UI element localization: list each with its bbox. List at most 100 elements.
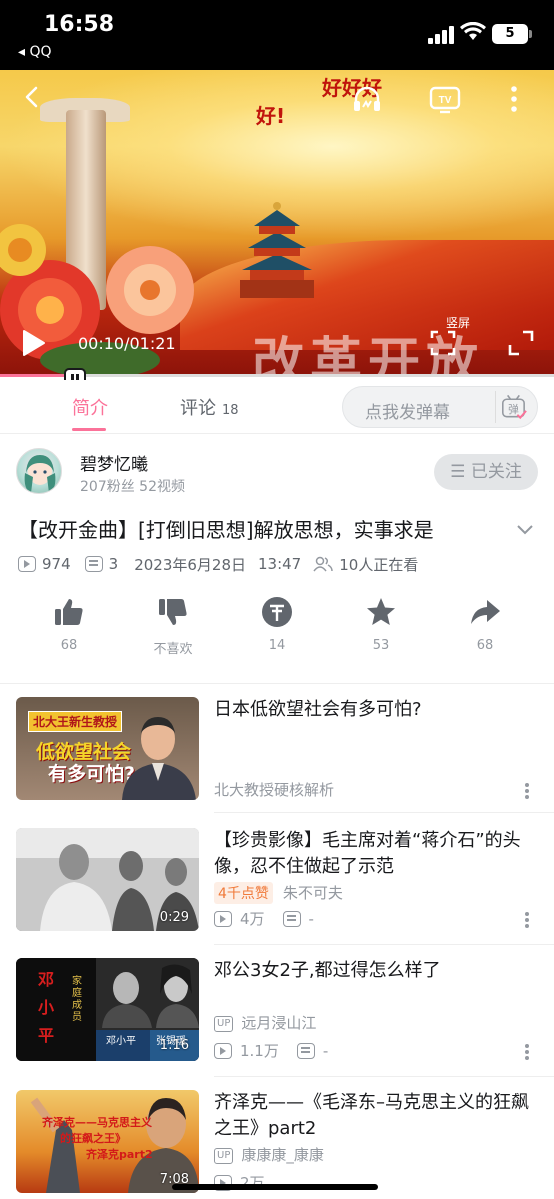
more-options-icon[interactable] <box>504 82 524 116</box>
thumbnail-caption: 邓小平 <box>106 1036 136 1047</box>
tab-bar: 简介 评论 18 点我发弹幕 弹 <box>0 380 554 434</box>
recommendation-item[interactable]: 0:29 【珍贵影像】毛主席对着“蒋介石”的头像，忍不住做起了示范 4千点赞 朱不… <box>0 828 554 946</box>
tab-active-indicator <box>72 428 106 431</box>
view-count: 4万 <box>240 910 265 928</box>
watching-count: 10人正在看 <box>339 555 419 574</box>
views-icon <box>18 556 36 572</box>
favorite-button[interactable]: 53 <box>341 596 421 653</box>
star-icon <box>367 598 395 625</box>
thumb-down-icon <box>159 599 187 625</box>
recommendation-title: 齐泽克——《毛泽东–马克思主义的狂飙之王》part2 <box>214 1092 529 1139</box>
hot-badge: 4千点赞 <box>214 882 273 904</box>
recommendation-stats: 4万 - <box>214 908 314 929</box>
status-bar: 16:58 ◂ QQ 5 <box>0 0 554 70</box>
thumbnail-text: 的狂飙之王》 <box>60 1132 126 1145</box>
danmaku-count-icon <box>84 556 103 572</box>
danmaku-toggle-icon[interactable]: 弹 <box>495 391 529 423</box>
video-duration: 1:16 <box>159 1038 189 1053</box>
coin-icon <box>262 597 292 627</box>
video-frame-temple <box>240 202 314 298</box>
thumbnail-text: 家庭成员 <box>72 976 82 1023</box>
video-duration: 0:29 <box>159 910 189 925</box>
dislike-button[interactable]: 不喜欢 <box>133 596 213 657</box>
audio-mode-icon[interactable] <box>350 82 384 116</box>
recommendation-author: 北大教授硬核解析 <box>214 781 335 799</box>
video-thumbnail: 0:29 <box>16 828 199 931</box>
home-indicator[interactable] <box>172 1184 378 1190</box>
danmaku-count: - <box>322 1041 329 1060</box>
wifi-icon <box>460 22 486 40</box>
publish-time: 13:47 <box>258 555 302 573</box>
recommendation-title: 日本低欲望社会有多可怕? <box>214 699 422 720</box>
recommendation-title: 邓公3女2子,都过得怎么样了 <box>214 960 441 981</box>
video-meta: 974 3 2023年6月28日 13:47 10人正在看 <box>18 554 418 574</box>
video-player[interactable]: 好! 好好好 改革开放 TV 00:10/01:21 竖屏 <box>0 70 554 376</box>
recommendation-item[interactable]: 北大王新生教授 低欲望社会 有多可怕? 日本低欲望社会有多可怕? 北大教授硬核解… <box>0 697 554 815</box>
thumb-up-icon <box>55 599 83 625</box>
recommendation-title: 【珍贵影像】毛主席对着“蒋介石”的头像，忍不住做起了示范 <box>214 830 521 877</box>
favorite-count: 53 <box>372 638 390 653</box>
publish-date: 2023年6月28日 <box>134 555 246 574</box>
more-options-icon[interactable] <box>524 910 530 930</box>
danmaku-comment: 好! <box>256 104 286 128</box>
view-count: 1.1万 <box>240 1042 279 1060</box>
video-thumbnail: 邓 小 平 家庭成员 邓小平 张锡瑗 1:16 <box>16 958 199 1061</box>
danmaku-count: - <box>308 909 314 928</box>
recommendation-meta: 4千点赞 朱不可夫 <box>214 882 343 904</box>
action-row: 68 不喜欢 14 53 68 <box>0 596 554 660</box>
signal-icon <box>428 26 456 44</box>
dislike-label: 不喜欢 <box>153 642 193 657</box>
danmaku-input[interactable]: 点我发弹幕 弹 <box>342 386 538 428</box>
battery-indicator: 5 <box>492 24 532 44</box>
section-divider <box>0 683 554 684</box>
thumbnail-text: 邓 <box>38 970 55 989</box>
list-divider <box>214 1076 554 1077</box>
danmaku-count-icon <box>282 910 301 927</box>
playback-time: 00:10/01:21 <box>78 334 176 353</box>
back-to-app-link[interactable]: ◂ QQ <box>18 44 52 60</box>
status-time: 16:58 <box>44 12 115 37</box>
views-icon <box>214 910 232 927</box>
recommendation-author: 朱不可夫 <box>282 884 343 902</box>
followed-button[interactable]: ☰ 已关注 <box>434 454 538 490</box>
danmaku-toggle-glyph: 弹 <box>508 403 519 416</box>
uploader-tag: UP <box>214 1016 234 1032</box>
share-icon <box>471 600 500 624</box>
tv-cast-icon[interactable]: TV <box>428 82 462 116</box>
danmaku-count: 3 <box>108 555 119 573</box>
avatar[interactable] <box>16 448 62 494</box>
thumbnail-text: 北大王新生教授 <box>28 711 123 732</box>
progress-fill <box>0 374 69 377</box>
uploader-stats: 207粉丝 52视频 <box>80 479 185 495</box>
fullscreen-icon[interactable] <box>508 330 534 356</box>
thumbnail-text: 齐泽克part2 <box>86 1148 153 1161</box>
avatar-image <box>24 455 56 493</box>
coin-button[interactable]: 14 <box>237 596 317 653</box>
tab-comments[interactable]: 评论 18 <box>180 394 239 420</box>
thumbnail-person <box>122 717 196 800</box>
views-icon <box>214 1042 232 1059</box>
like-button[interactable]: 68 <box>29 596 109 653</box>
thumbnail-text: 平 <box>38 1026 55 1045</box>
share-button[interactable]: 68 <box>445 596 525 653</box>
recommendation-meta: UP 康康康_康康 <box>214 1144 324 1165</box>
recommendation-item[interactable]: 邓 小 平 家庭成员 邓小平 张锡瑗 1:16 邓公3女2子,都过得怎么样了 U… <box>0 958 554 1076</box>
danmaku-input-placeholder: 点我发弹幕 <box>365 403 450 423</box>
chevron-down-icon[interactable] <box>516 524 534 536</box>
more-options-icon[interactable] <box>524 781 530 801</box>
vertical-screen-icon[interactable] <box>430 330 456 356</box>
thumbnail-text: 小 <box>38 998 55 1017</box>
share-count: 68 <box>476 638 494 653</box>
more-options-icon[interactable] <box>524 1042 530 1062</box>
comment-count: 18 <box>222 403 239 418</box>
tab-intro[interactable]: 简介 <box>72 394 108 420</box>
play-icon[interactable] <box>18 328 48 358</box>
coin-count: 14 <box>268 638 286 653</box>
list-divider <box>214 944 554 945</box>
watching-icon <box>313 556 333 572</box>
back-icon[interactable] <box>22 86 44 108</box>
recommendation-item[interactable]: 齐泽克——马克思主义 的狂飙之王》 齐泽克part2 7:08 齐泽克——《毛泽… <box>0 1090 554 1199</box>
list-divider <box>214 812 554 813</box>
uploader-name[interactable]: 碧梦忆曦 <box>80 450 148 475</box>
view-count: 974 <box>42 555 71 573</box>
